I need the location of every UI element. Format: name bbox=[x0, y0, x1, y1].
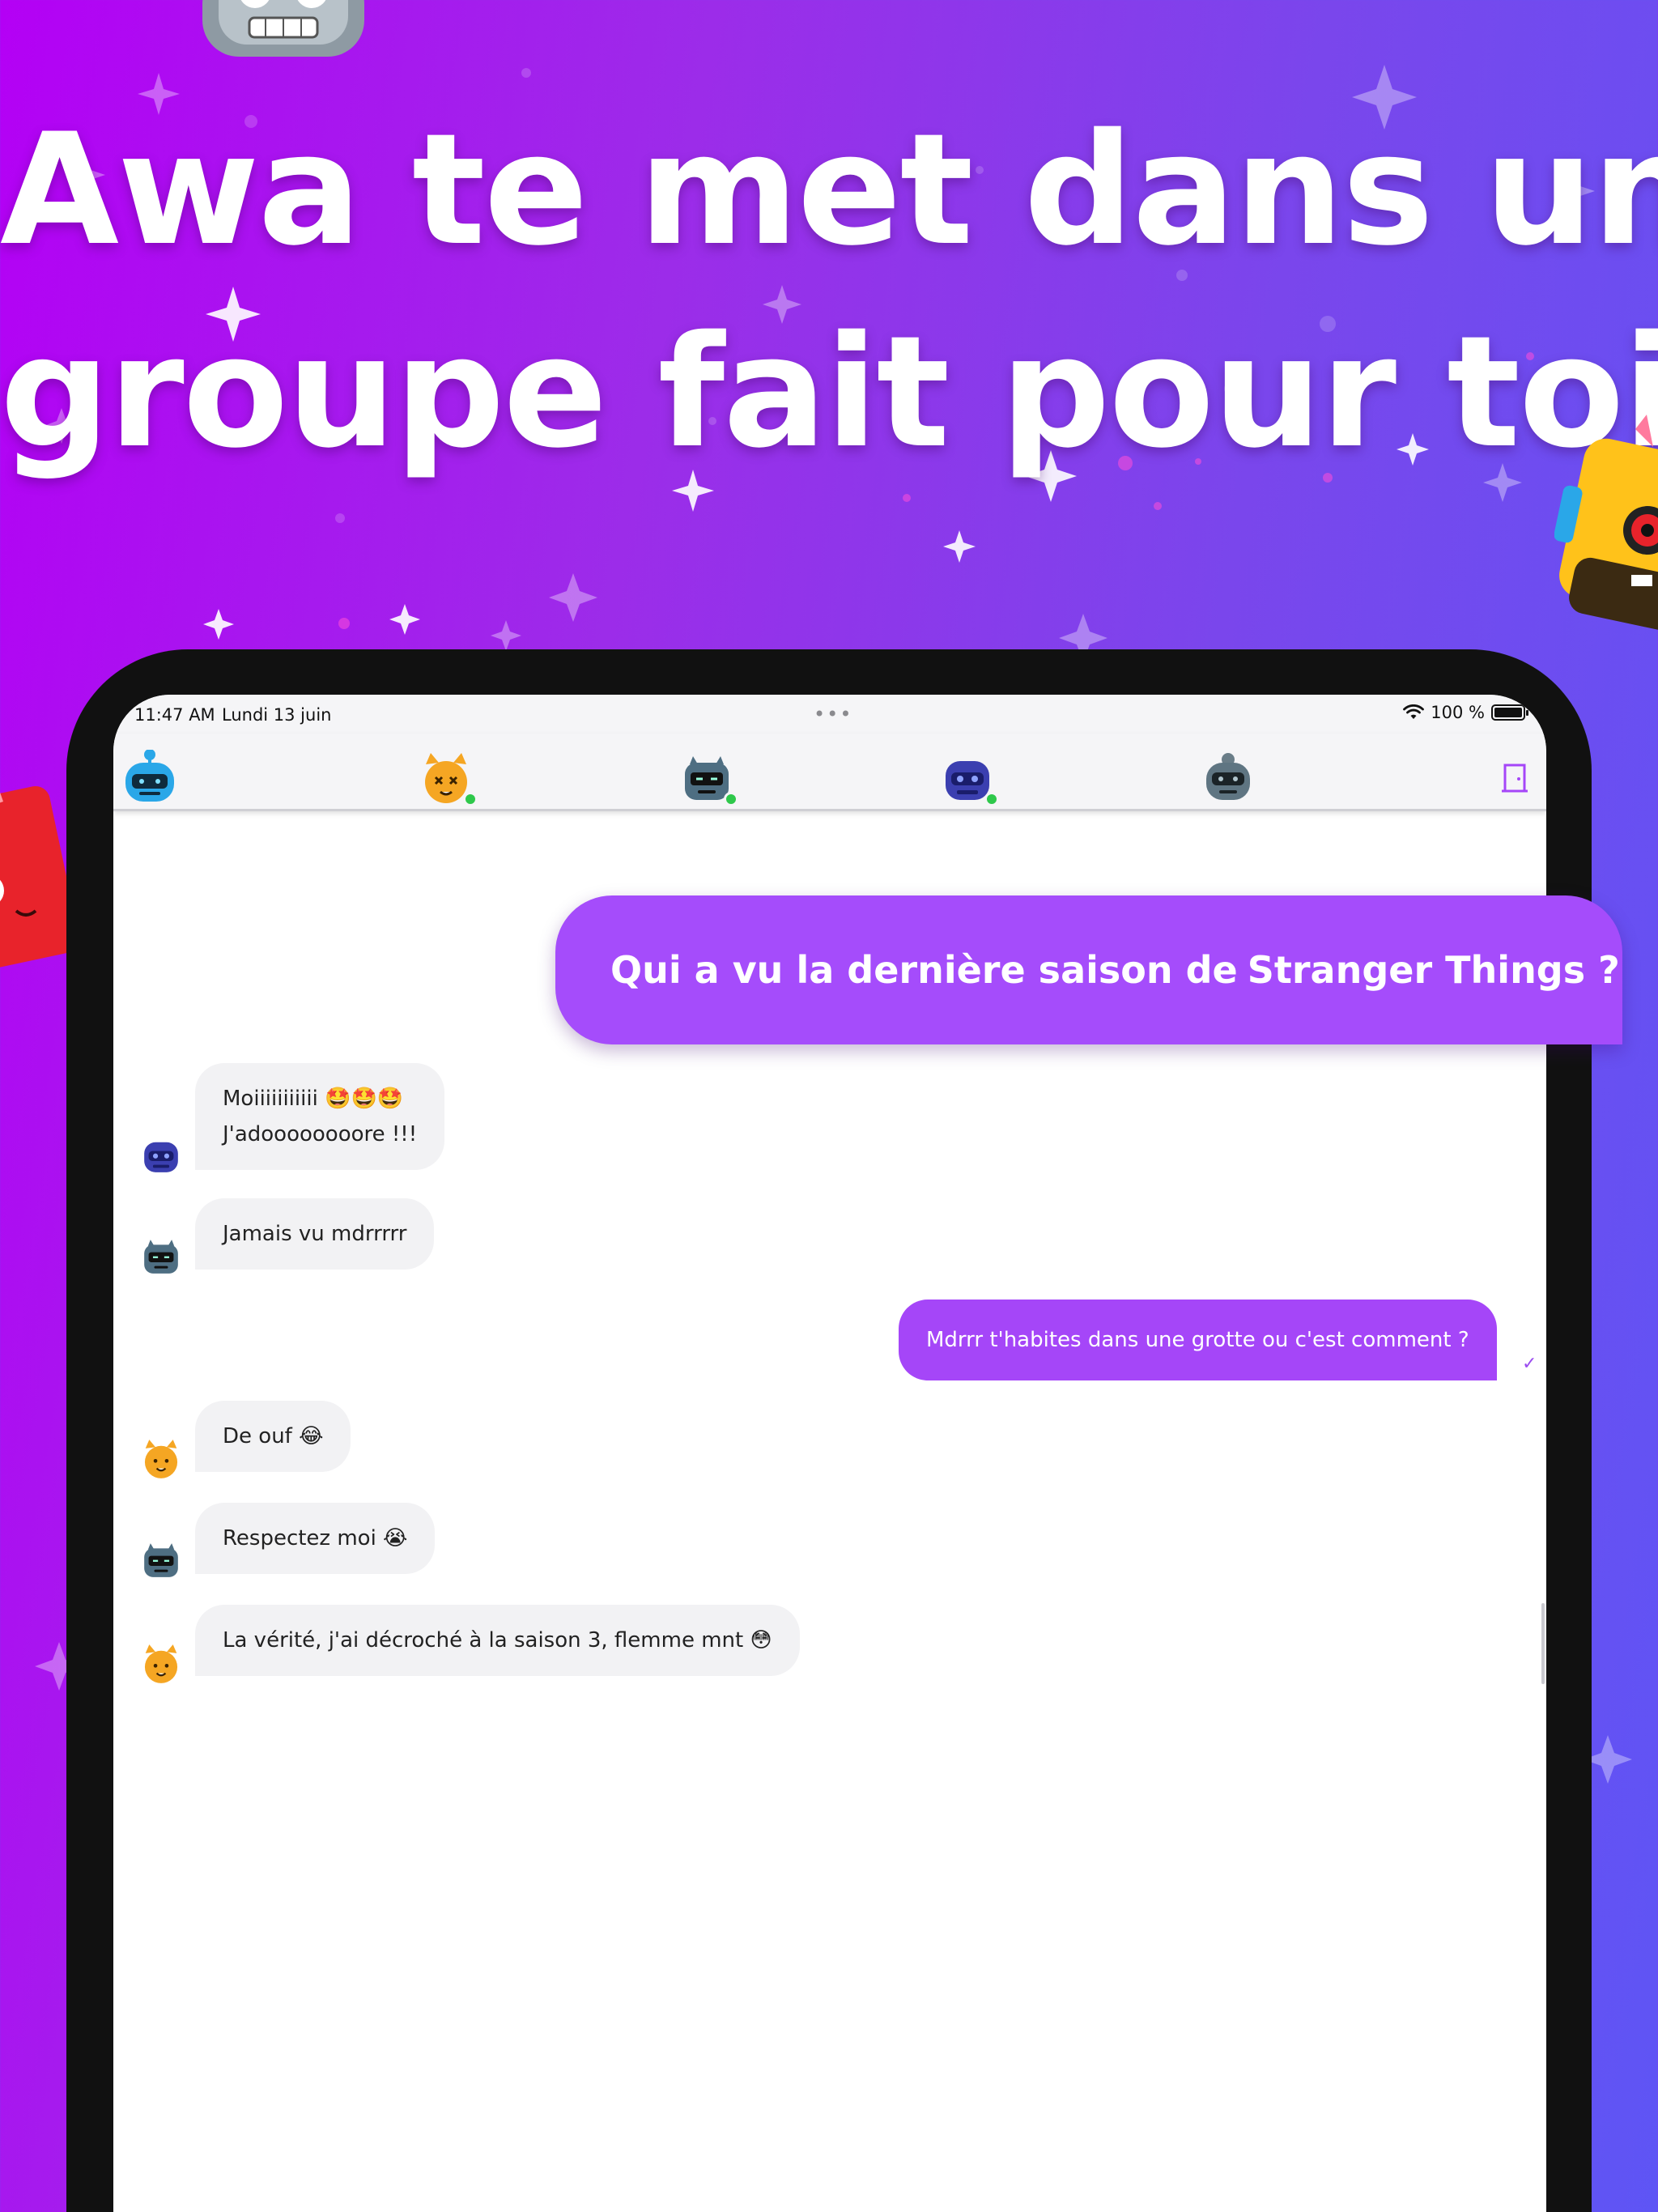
outgoing-message[interactable]: Mdrrr t'habites dans une grotte ou c'est… bbox=[899, 1300, 1497, 1380]
slate-robot-avatar-icon[interactable] bbox=[139, 1538, 183, 1582]
member-avatar-gray-robot[interactable] bbox=[1200, 750, 1256, 806]
message-text: La vérité, j'ai décroché à la saison 3, … bbox=[223, 1628, 772, 1653]
check-icon: ✓ bbox=[1522, 1354, 1537, 1374]
headline-line-1: Awa te met dans un bbox=[0, 100, 1658, 279]
status-bar: 11:47 AM Lundi 13 juin ••• 100 % bbox=[113, 695, 1546, 734]
group-members-bar bbox=[113, 734, 1546, 811]
message-text: Respectez moi 😭 bbox=[223, 1526, 408, 1551]
message-line-2: J'adoooooooore !!! bbox=[223, 1122, 418, 1146]
status-time: 11:47 AM bbox=[134, 705, 215, 725]
incoming-message[interactable]: Respectez moi 😭 bbox=[195, 1503, 436, 1574]
member-avatar-blue-robot[interactable] bbox=[121, 749, 178, 806]
online-indicator bbox=[724, 792, 738, 806]
member-avatar-indigo-robot[interactable] bbox=[939, 750, 999, 806]
door-icon[interactable] bbox=[1501, 763, 1528, 795]
slate-robot-avatar-icon[interactable] bbox=[139, 1235, 183, 1278]
featured-message-text: Qui a vu la dernière saison de bbox=[610, 948, 1238, 992]
headline: Awa te met dans un groupe fait pour toi bbox=[0, 89, 1658, 494]
incoming-message[interactable]: De ouf 😂 bbox=[195, 1401, 351, 1472]
robot-mascot-top-icon bbox=[202, 0, 364, 57]
status-right: 100 % bbox=[1403, 703, 1528, 722]
orange-cat-avatar-icon[interactable] bbox=[139, 1437, 183, 1481]
yellow-mascot-right-icon bbox=[1554, 415, 1658, 632]
member-avatar-slate-robot[interactable] bbox=[678, 750, 738, 806]
scrollbar[interactable] bbox=[1541, 1603, 1545, 1684]
gray-robot-avatar-icon bbox=[1206, 753, 1250, 800]
status-date: Lundi 13 juin bbox=[222, 705, 332, 725]
message-text: Jamais vu mdrrrrr bbox=[223, 1222, 407, 1246]
blue-robot-avatar-icon bbox=[125, 749, 174, 802]
headline-line-2: groupe fait pour toi bbox=[0, 303, 1658, 482]
incoming-message[interactable]: Jamais vu mdrrrrr bbox=[195, 1198, 435, 1270]
multitask-dots-icon[interactable]: ••• bbox=[814, 703, 852, 725]
battery-percent: 100 % bbox=[1431, 703, 1485, 722]
featured-outgoing-message[interactable]: Qui a vu la dernière saison de Stranger … bbox=[555, 895, 1622, 1044]
red-mascot-left-icon bbox=[0, 785, 73, 972]
message-line-1: Moiiiiiiiiiii 🤩🤩🤩 bbox=[223, 1087, 404, 1111]
message-text: Mdrrr t'habites dans une grotte ou c'est… bbox=[926, 1328, 1469, 1352]
featured-message-bold: Stranger Things ? bbox=[1247, 948, 1620, 992]
message-text: De ouf 😂 bbox=[223, 1424, 324, 1448]
member-avatar-orange-cat[interactable] bbox=[418, 750, 478, 806]
battery-icon bbox=[1491, 704, 1528, 721]
indigo-robot-avatar-icon[interactable] bbox=[139, 1134, 183, 1177]
incoming-message[interactable]: La vérité, j'ai décroché à la saison 3, … bbox=[195, 1605, 800, 1676]
wifi-icon bbox=[1403, 704, 1425, 719]
incoming-message[interactable]: Moiiiiiiiiiii 🤩🤩🤩 J'adoooooooore !!! bbox=[195, 1063, 445, 1170]
orange-cat-avatar-icon[interactable] bbox=[139, 1642, 183, 1686]
online-indicator bbox=[984, 792, 999, 806]
online-indicator bbox=[463, 792, 478, 806]
